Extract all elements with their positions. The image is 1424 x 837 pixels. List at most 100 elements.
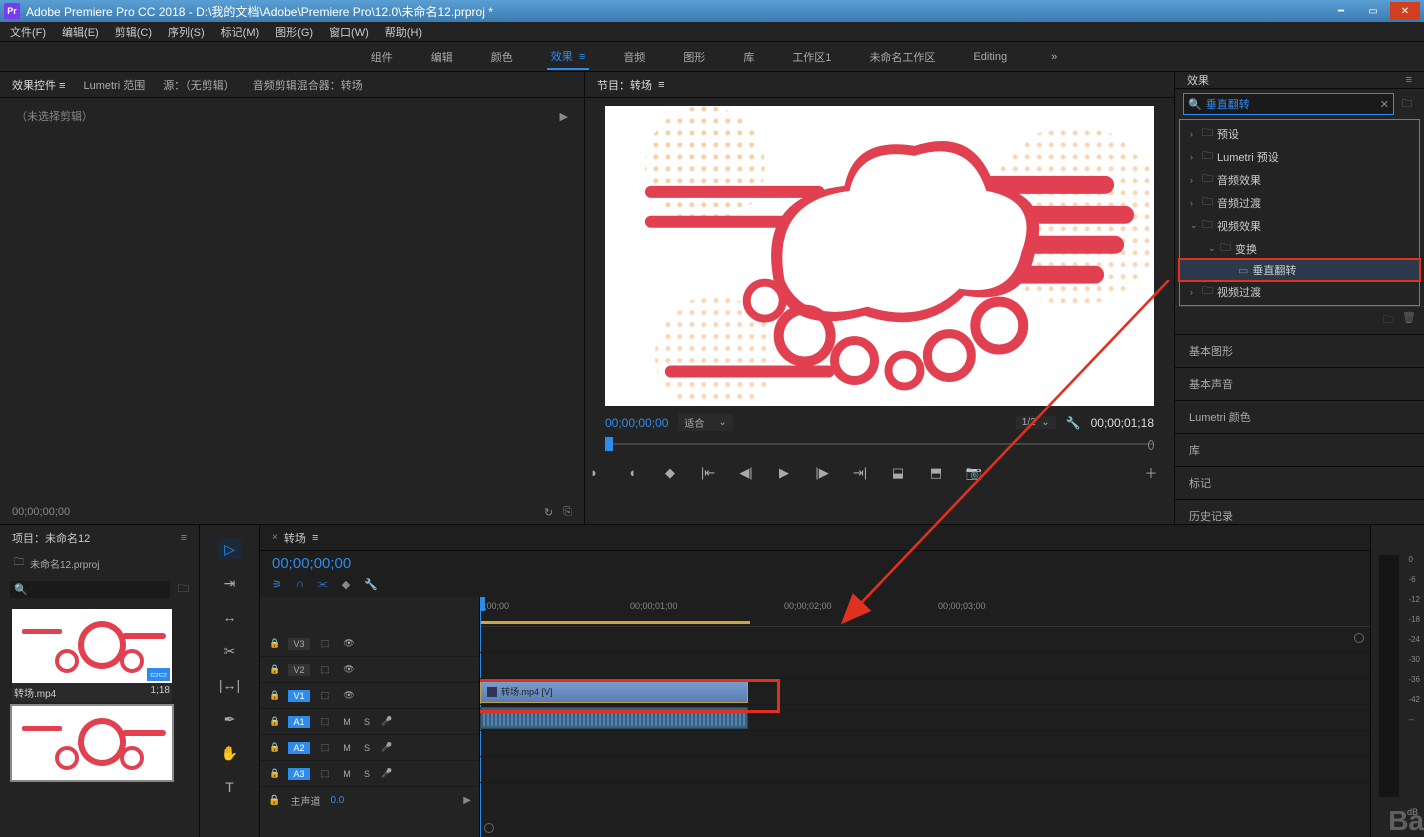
project-menu-icon[interactable]: ≡ <box>181 532 187 544</box>
menu-clip[interactable]: 剪辑(C) <box>109 22 158 42</box>
close-button[interactable]: ✕ <box>1390 2 1420 20</box>
maximize-button[interactable]: ▭ <box>1358 2 1388 20</box>
audio-clip[interactable] <box>480 707 748 729</box>
razor-tool[interactable]: ✂ <box>218 641 242 661</box>
workspace-libraries[interactable]: 库 <box>739 45 758 69</box>
panel-menu-icon[interactable]: ≡ <box>1406 74 1412 86</box>
clear-search-icon[interactable]: ✕ <box>1380 98 1389 111</box>
close-sequence-icon[interactable]: × <box>272 532 278 543</box>
lane-a2[interactable] <box>480 731 1370 757</box>
track-header-a1[interactable]: 🔒A1⬚MS🎤 <box>260 709 479 735</box>
workspace-custom1[interactable]: 工作区1 <box>788 45 835 69</box>
type-tool[interactable]: T <box>218 777 242 797</box>
marker-button[interactable]: ◆ <box>661 465 679 481</box>
tab-lumetri-scopes[interactable]: Lumetri 范围 <box>83 77 145 93</box>
slip-tool[interactable]: |↔| <box>218 675 242 695</box>
timeline-scroll-end[interactable] <box>1354 633 1364 643</box>
step-back-button[interactable]: ◀| <box>737 465 755 481</box>
export-icon[interactable]: ⎘ <box>563 506 572 519</box>
snap-icon[interactable]: ⚞ <box>272 578 282 591</box>
track-header-v3[interactable]: 🔒V3⬚👁 <box>260 631 479 657</box>
lane-a1[interactable] <box>480 705 1370 731</box>
linked-selection-icon[interactable]: ⫘ <box>318 578 328 591</box>
settings-wrench-icon[interactable]: 🔧 <box>1066 416 1081 430</box>
workspace-audio[interactable]: 音频 <box>619 45 649 69</box>
menu-help[interactable]: 帮助(H) <box>379 22 428 42</box>
master-track-row[interactable]: 🔒主声道0.0▶ <box>260 787 479 813</box>
effects-search-input[interactable]: 🔍 垂直翻转 ✕ <box>1183 93 1394 115</box>
magnet-icon[interactable]: ∩ <box>296 578 304 591</box>
workspace-editing-cn[interactable]: 编辑 <box>427 45 457 69</box>
export-frame-button[interactable]: 📷 <box>965 465 983 481</box>
tree-video-transitions[interactable]: ›🗀视频过渡 <box>1180 280 1419 303</box>
tree-audio-effects[interactable]: ›🗀音频效果 <box>1180 168 1419 191</box>
play-arrow-icon[interactable]: ▶ <box>560 110 568 123</box>
track-header-v2[interactable]: 🔒V2⬚👁 <box>260 657 479 683</box>
tab-source-noclip[interactable]: 源：（无剪辑） <box>163 77 235 93</box>
delete-icon[interactable]: 🗑 <box>1402 311 1416 330</box>
lane-v3[interactable] <box>480 627 1370 653</box>
project-new-bin-icon[interactable]: 🗀 <box>178 580 189 599</box>
step-fwd-button[interactable]: |▶ <box>813 465 831 481</box>
work-area-bar[interactable] <box>480 621 750 624</box>
program-time-left[interactable]: 00;00;00;00 <box>605 416 668 430</box>
track-header-a2[interactable]: 🔒A2⬚MS🎤 <box>260 735 479 761</box>
timeline-settings-icon[interactable]: 🔧 <box>364 578 378 591</box>
workspace-editing-en[interactable]: Editing <box>969 47 1011 67</box>
timeline-ruler[interactable]: ;00;00 00;00;01;00 00;00;02;00 00;00;03;… <box>480 597 1370 627</box>
tree-video-effects[interactable]: ⌄🗀视频效果 <box>1180 214 1419 237</box>
menu-edit[interactable]: 编辑(E) <box>56 22 105 42</box>
workspace-color[interactable]: 颜色 <box>487 45 517 69</box>
menu-window[interactable]: 窗口(W) <box>323 22 375 42</box>
mark-in-button[interactable]: ◗ <box>585 465 603 480</box>
workspace-unnamed[interactable]: 未命名工作区 <box>865 45 939 69</box>
tree-vertical-flip-effect[interactable]: ▭垂直翻转 <box>1180 260 1419 280</box>
video-clip[interactable]: 转场.mp4 [V] <box>480 681 748 703</box>
panel-lumetri-color[interactable]: Lumetri 颜色 <box>1175 400 1424 433</box>
loop-icon[interactable]: ↻ <box>544 506 553 519</box>
panel-essential-graphics[interactable]: 基本图形 <box>1175 334 1424 367</box>
tree-audio-transitions[interactable]: ›🗀音频过渡 <box>1180 191 1419 214</box>
minimize-button[interactable]: ━ <box>1326 2 1356 20</box>
project-item-clip[interactable]: ▭▭ 转场.mp4 1;18 <box>12 609 172 702</box>
project-item-sequence[interactable] <box>12 706 172 780</box>
workspace-assembly[interactable]: 组件 <box>367 45 397 69</box>
track-select-tool[interactable]: ⇥ <box>218 573 242 593</box>
ripple-edit-tool[interactable]: ↔ <box>218 607 242 627</box>
lift-button[interactable]: ⬓ <box>889 465 907 481</box>
lane-a3[interactable] <box>480 757 1370 783</box>
track-area[interactable]: ;00;00 00;00;01;00 00;00;02;00 00;00;03;… <box>480 597 1370 837</box>
timeline-scroll-start[interactable] <box>484 823 494 833</box>
menu-marker[interactable]: 标记(M) <box>215 22 266 42</box>
playhead-handle[interactable] <box>480 597 485 611</box>
new-bin-icon[interactable]: 🗀 <box>1383 311 1394 330</box>
menu-sequence[interactable]: 序列(S) <box>162 22 211 42</box>
tree-lumetri-presets[interactable]: ›🗀Lumetri 预设 <box>1180 145 1419 168</box>
zoom-fit-dropdown[interactable]: 适合⌄ <box>678 414 732 431</box>
pen-tool[interactable]: ✒ <box>218 709 242 729</box>
marker-add-icon[interactable]: ◆ <box>342 578 350 591</box>
scrub-playhead[interactable] <box>605 437 613 451</box>
tree-presets[interactable]: ›🗀预设 <box>1180 122 1419 145</box>
lane-v1[interactable]: 转场.mp4 [V] <box>480 679 1370 705</box>
project-search-input[interactable]: 🔍 <box>10 581 170 598</box>
go-in-button[interactable]: |⇤ <box>699 465 717 481</box>
track-header-v1[interactable]: 🔒V1⬚👁 <box>260 683 479 709</box>
button-editor[interactable]: ＋ <box>1142 463 1160 482</box>
mark-out-button[interactable]: ◖ <box>623 465 641 480</box>
lane-v2[interactable] <box>480 653 1370 679</box>
panel-libraries[interactable]: 库 <box>1175 433 1424 466</box>
resolution-dropdown[interactable]: 1/2 ⌄ <box>1016 416 1056 429</box>
program-scrubber[interactable] <box>605 435 1154 455</box>
program-canvas[interactable] <box>605 106 1154 406</box>
panel-essential-sound[interactable]: 基本声音 <box>1175 367 1424 400</box>
hand-tool[interactable]: ✋ <box>218 743 242 763</box>
tab-effect-controls[interactable]: 效果控件 ≡ <box>12 77 65 93</box>
workspace-effects[interactable]: 效果 ≡ <box>547 44 590 70</box>
panel-markers[interactable]: 标记 <box>1175 466 1424 499</box>
workspace-graphics[interactable]: 图形 <box>679 45 709 69</box>
tab-audio-mixer[interactable]: 音频剪辑混合器：转场 <box>253 77 363 93</box>
menu-graphics[interactable]: 图形(G) <box>269 22 319 42</box>
workspace-overflow[interactable]: » <box>1051 51 1057 63</box>
tree-transform-folder[interactable]: ⌄🗀变换 <box>1180 237 1419 260</box>
